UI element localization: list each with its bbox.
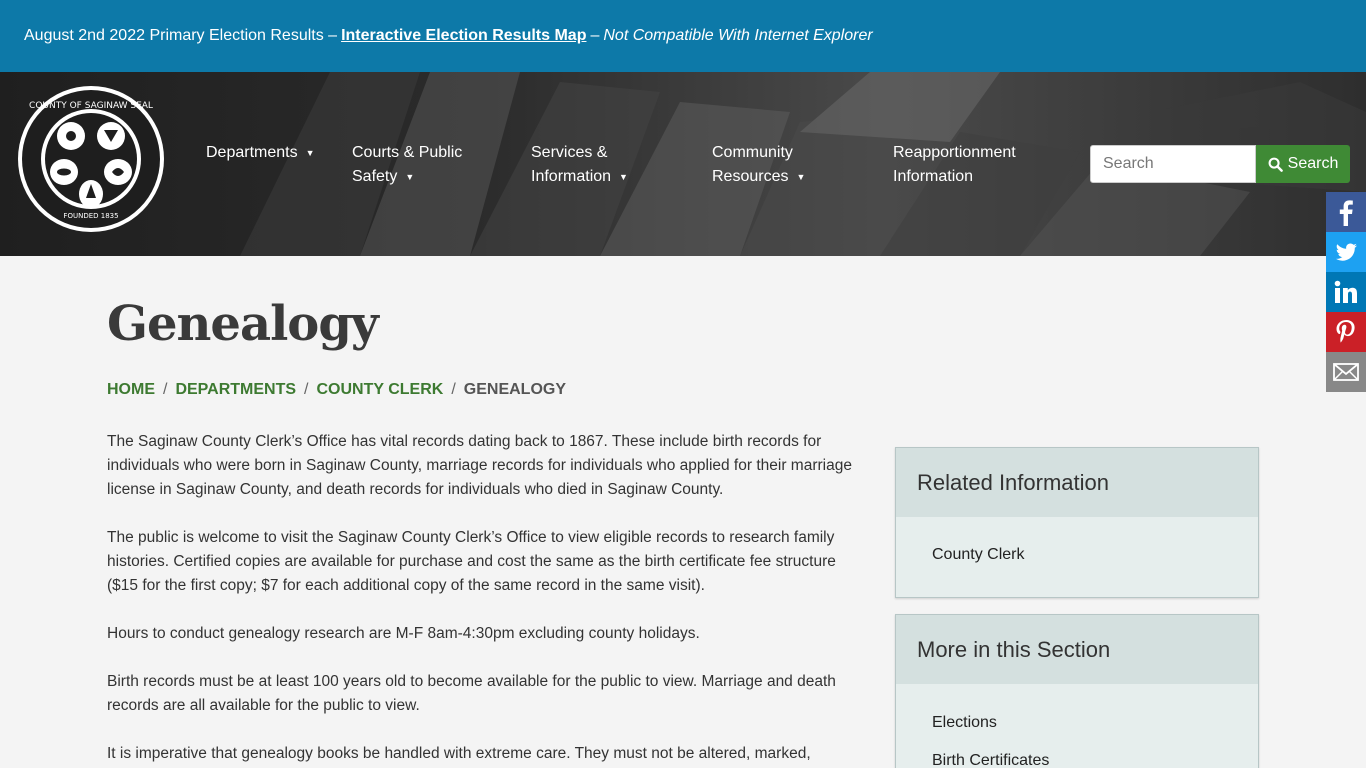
content-paragraph: The Saginaw County Clerk’s Office has vi… [107, 433, 852, 498]
breadcrumb: HOME / DEPARTMENTS / COUNTY CLERK / GENE… [107, 381, 566, 399]
pinterest-icon [1336, 320, 1355, 343]
sidebar-link-birth-certificates[interactable]: Birth Certificates [932, 742, 1222, 768]
search-input[interactable] [1090, 145, 1256, 183]
nav-label: Information [531, 168, 612, 186]
twitter-share-button[interactable] [1326, 232, 1366, 272]
breadcrumb-separator: / [163, 381, 168, 398]
nav-label: Resources [712, 168, 789, 186]
sidebar-link-elections[interactable]: Elections [932, 704, 1222, 742]
alert-bar: August 2nd 2022 Primary Election Results… [0, 0, 1366, 72]
breadcrumb-separator: / [304, 381, 309, 398]
election-map-link[interactable]: Interactive Election Results Map [341, 27, 586, 45]
search-form: Search [1090, 145, 1350, 183]
caret-down-icon: ▼ [305, 148, 315, 158]
email-icon [1333, 363, 1359, 381]
linkedin-icon [1334, 280, 1357, 303]
sidebar-link-county-clerk[interactable]: County Clerk [932, 536, 1222, 574]
breadcrumb-separator: / [451, 381, 456, 398]
nav-label: Departments [206, 144, 298, 162]
email-share-button[interactable] [1326, 352, 1366, 392]
related-information-title: Related Information [896, 448, 1258, 517]
nav-departments[interactable]: Departments ▼ [206, 141, 315, 165]
nav-label: Reapportionment [893, 144, 1016, 161]
alert-note: Not Compatible With Internet Explorer [603, 27, 873, 44]
search-icon [1268, 157, 1283, 172]
content-paragraph: It is imperative that genealogy books be… [107, 745, 811, 762]
pinterest-share-button[interactable] [1326, 312, 1366, 352]
nav-label: Community [712, 144, 793, 161]
page-title: Genealogy [107, 296, 379, 352]
related-information-panel: Related Information County Clerk [895, 447, 1259, 598]
nav-label: Information [893, 168, 974, 185]
nav-label: Safety [352, 168, 398, 186]
breadcrumb-home[interactable]: HOME [107, 381, 155, 399]
caret-down-icon: ▼ [405, 172, 415, 182]
site-header: COUNTY OF SAGINAW SEAL FOUNDED 1835 Depa… [0, 72, 1366, 256]
breadcrumb-county-clerk[interactable]: COUNTY CLERK [317, 381, 444, 399]
alert-text: August 2nd 2022 Primary Election Results… [24, 27, 338, 44]
content-paragraph: Birth records must be at least 100 years… [107, 673, 836, 714]
search-button[interactable]: Search [1256, 145, 1350, 183]
linkedin-share-button[interactable] [1326, 272, 1366, 312]
search-button-label: Search [1287, 155, 1339, 172]
facebook-icon [1339, 200, 1353, 226]
social-share-bar [1326, 192, 1366, 392]
content-paragraph: The public is welcome to visit the Sagin… [107, 529, 836, 594]
more-in-section-title: More in this Section [896, 615, 1258, 684]
breadcrumb-current: GENEALOGY [463, 381, 567, 398]
nav-courts-public-safety[interactable]: Courts & Public Safety ▼ [352, 141, 462, 189]
nav-label: Courts & Public [352, 144, 463, 161]
facebook-share-button[interactable] [1326, 192, 1366, 232]
nav-label: Services & [531, 144, 608, 161]
main-content: The Saginaw County Clerk’s Office has vi… [107, 430, 867, 768]
more-in-section-panel: More in this Section Elections Birth Cer… [895, 614, 1259, 768]
breadcrumb-departments[interactable]: DEPARTMENTS [175, 381, 296, 399]
nav-services-information[interactable]: Services & Information ▼ [531, 141, 628, 189]
alert-dash: – [590, 27, 600, 44]
nav-community-resources[interactable]: Community Resources ▼ [712, 141, 805, 189]
nav-reapportionment[interactable]: Reapportionment Information [893, 141, 1016, 189]
caret-down-icon: ▼ [796, 172, 806, 182]
twitter-icon [1335, 243, 1357, 261]
caret-down-icon: ▼ [619, 172, 628, 182]
content-paragraph: Hours to conduct genealogy research are … [107, 625, 700, 642]
